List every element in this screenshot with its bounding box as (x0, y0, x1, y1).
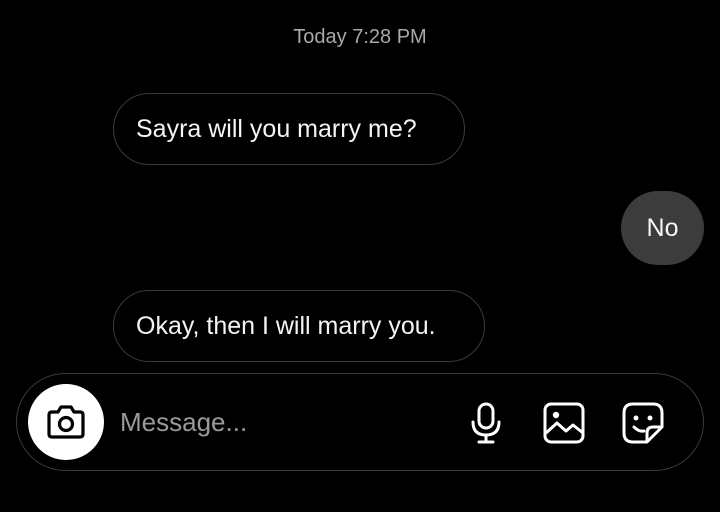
gallery-button[interactable] (542, 401, 586, 445)
sticker-icon (622, 402, 664, 444)
microphone-button[interactable] (464, 401, 508, 445)
message-input[interactable] (120, 400, 450, 444)
sticker-button[interactable] (621, 401, 665, 445)
message-timestamp: Today 7:28 PM (293, 26, 427, 48)
message-composer (16, 373, 704, 471)
incoming-message-bubble[interactable]: Sayra will you marry me? (113, 93, 465, 165)
camera-button[interactable] (28, 384, 104, 460)
incoming-message-bubble[interactable]: Okay, then I will marry you. (113, 290, 485, 362)
image-gallery-icon (543, 402, 585, 444)
camera-icon (47, 405, 85, 439)
microphone-icon (471, 402, 501, 444)
outgoing-message-bubble[interactable]: No (621, 191, 704, 265)
